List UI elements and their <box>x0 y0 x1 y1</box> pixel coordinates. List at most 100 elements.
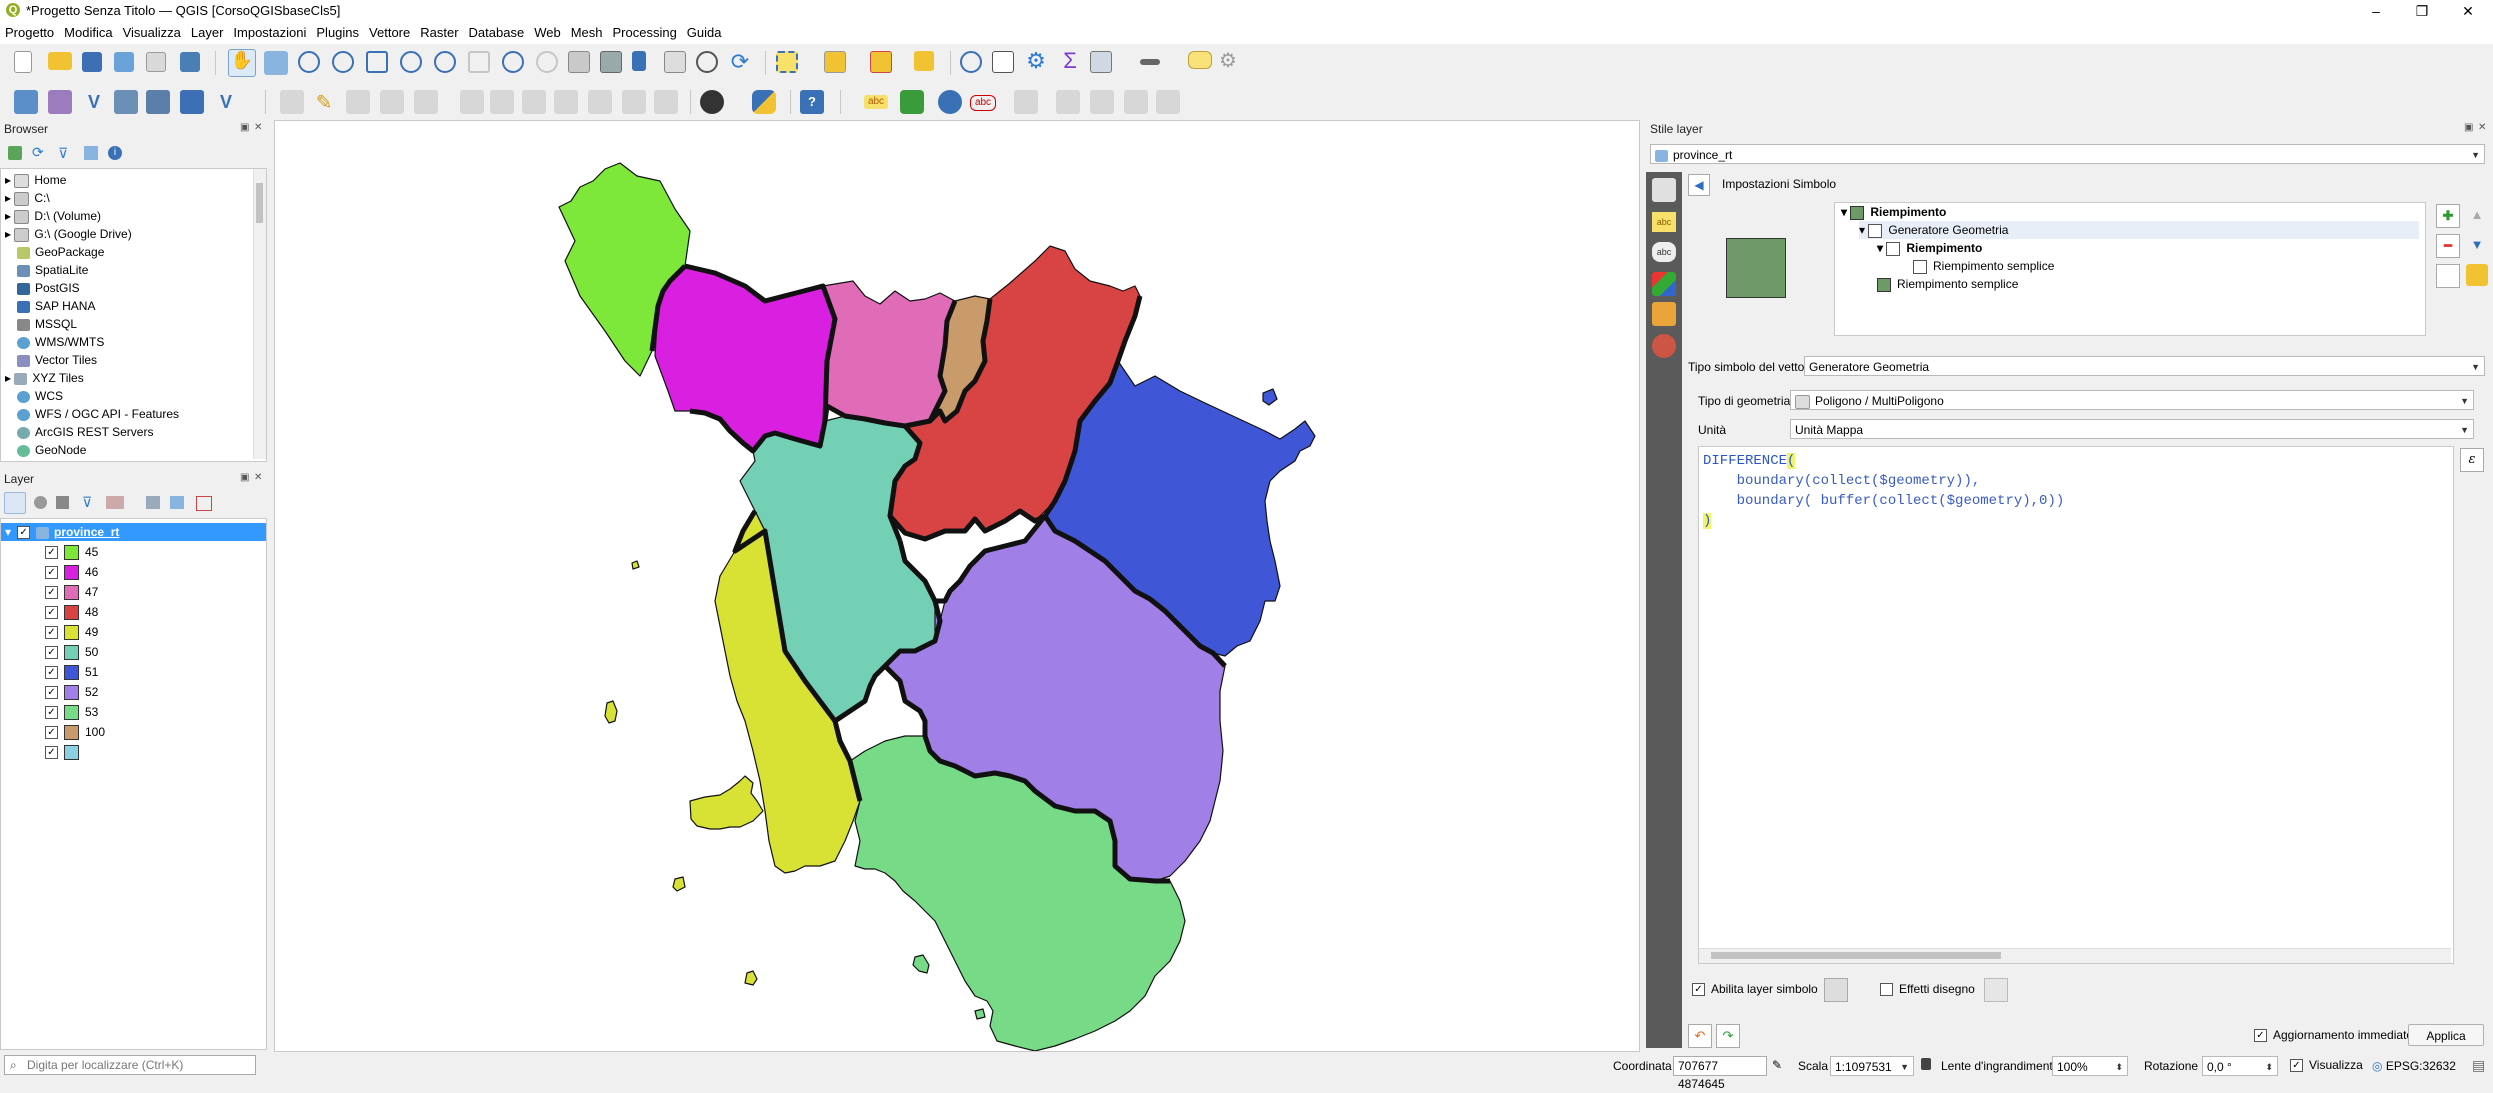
lock-layer-icon[interactable] <box>2466 264 2488 286</box>
panel-float-icon[interactable]: ▣ <box>2464 122 2473 133</box>
menu-raster[interactable]: Raster <box>415 22 463 40</box>
symbol-type-combo[interactable]: Generatore Geometria ▼ <box>1804 356 2485 376</box>
panel-close-icon[interactable]: ✕ <box>2478 122 2486 133</box>
python-console-icon[interactable] <box>752 90 776 114</box>
live-update-checkbox[interactable]: ✓ <box>2254 1029 2267 1043</box>
legend-item-checkbox[interactable]: ✓ <box>45 686 58 700</box>
info-icon[interactable]: i <box>108 146 122 160</box>
coordinate-field[interactable]: 707677 4874645 <box>1673 1056 1767 1091</box>
digitizing-icon[interactable] <box>700 90 724 114</box>
menu-vettore[interactable]: Vettore <box>364 22 415 40</box>
menu-guida[interactable]: Guida <box>682 22 727 40</box>
open-styling-icon[interactable] <box>4 492 26 514</box>
history-tab-icon[interactable] <box>1652 334 1676 358</box>
new-map-view-icon[interactable] <box>568 51 590 73</box>
render-toggle[interactable]: ✓ Visualizza <box>2290 1058 2363 1073</box>
browser-item-wfs[interactable]: WFS / OGC API - Features <box>17 405 179 423</box>
diagrams-tab-icon[interactable] <box>1652 302 1676 326</box>
pan-tool-icon[interactable]: ✋ <box>228 49 256 77</box>
panel-float-icon[interactable]: ▣ <box>240 122 249 133</box>
new-virtual-layer-icon[interactable]: V <box>82 90 106 114</box>
enable-symbol-layer[interactable]: ✓ Abilita layer simbolo <box>1692 982 1818 997</box>
menu-impostazioni[interactable]: Impostazioni <box>228 22 311 40</box>
layer-combo[interactable]: province_rt ▼ <box>1650 144 2485 164</box>
render-checkbox[interactable]: ✓ <box>2290 1059 2303 1073</box>
browser-item-xyz[interactable]: ▸ XYZ Tiles <box>5 369 84 387</box>
new-geopackage-icon[interactable] <box>48 90 72 114</box>
browser-item-saphana[interactable]: SAP HANA <box>17 297 95 315</box>
legend-item[interactable]: ✓ 48 <box>45 603 98 621</box>
add-selected-layers-icon[interactable] <box>8 146 22 160</box>
minimize-button[interactable]: – <box>2353 0 2399 22</box>
settings-gear-icon[interactable]: ⚙ <box>1024 49 1048 73</box>
manage-themes-icon[interactable] <box>56 496 69 509</box>
remove-layer-icon[interactable] <box>196 496 212 511</box>
symbology-tab-icon[interactable] <box>1652 178 1676 202</box>
statistics-sigma-icon[interactable]: Σ <box>1058 49 1082 73</box>
new-3d-view-icon[interactable] <box>600 51 622 73</box>
new-mesh-layer-icon[interactable] <box>180 90 204 114</box>
locator-field[interactable]: Digita per localizzare (Ctrl+K) <box>4 1055 256 1075</box>
pin-labels-icon[interactable] <box>938 90 962 114</box>
legend-item[interactable]: ✓ 52 <box>45 683 98 701</box>
legend-item[interactable]: ✓ <box>45 743 85 761</box>
scale-combo[interactable]: 1:1097531 ▼ <box>1830 1056 1914 1076</box>
style-manager-icon[interactable] <box>180 52 200 72</box>
live-update[interactable]: ✓ Aggiornamento immediato <box>2254 1028 2413 1043</box>
tree-fill[interactable]: ▾ Riempimento <box>1841 203 1946 221</box>
browser-item-home[interactable]: ▸ Home <box>5 171 66 189</box>
3d-view-tab-icon[interactable] <box>1652 272 1676 296</box>
pan-to-selection-icon[interactable] <box>264 51 288 75</box>
enable-symbol-layer-checkbox[interactable]: ✓ <box>1692 983 1705 997</box>
select-features-icon[interactable] <box>776 51 798 73</box>
units-combo[interactable]: Unità Mappa ▼ <box>1790 419 2474 439</box>
menu-processing[interactable]: Processing <box>607 22 681 40</box>
collapse-all-icon[interactable] <box>84 146 98 160</box>
coordinate-toggle-icon[interactable]: ✎ <box>1772 1058 1782 1072</box>
redo-style-icon[interactable]: ↷ <box>1716 1024 1740 1048</box>
legend-item-checkbox[interactable]: ✓ <box>45 626 58 640</box>
legend-item[interactable]: ✓ 49 <box>45 623 98 641</box>
browser-item-wms[interactable]: WMS/WMTS <box>17 333 104 351</box>
browser-item-d[interactable]: ▸ D:\ (Volume) <box>5 207 101 225</box>
scrollbar-thumb[interactable] <box>256 183 263 223</box>
geometry-type-combo[interactable]: Poligono / MultiPoligono ▼ <box>1790 390 2474 410</box>
temporal-controller-icon[interactable] <box>696 51 718 73</box>
zoom-selection-icon[interactable] <box>400 51 422 73</box>
legend-item[interactable]: ✓ 47 <box>45 583 98 601</box>
zoom-last-icon[interactable] <box>502 51 524 73</box>
legend-item-checkbox[interactable]: ✓ <box>45 566 58 580</box>
magnifier-spin[interactable]: 100% ⬍ <box>2052 1056 2128 1076</box>
menu-modifica[interactable]: Modifica <box>59 22 117 40</box>
panel-close-icon[interactable]: ✕ <box>254 472 262 483</box>
show-hide-labels-icon[interactable]: abc <box>970 95 996 111</box>
lock-scale-icon[interactable] <box>1921 1058 1931 1070</box>
tree-simple-fill-inner[interactable]: Riempimento semplice <box>1913 257 2054 275</box>
browser-item-arcgis[interactable]: ArcGIS REST Servers <box>17 423 153 441</box>
new-temporary-layer-icon[interactable] <box>146 90 170 114</box>
tree-geometry-generator[interactable]: ▾ Generatore Geometria <box>1859 221 2419 239</box>
remove-symbol-layer-icon[interactable]: ━ <box>2436 234 2460 258</box>
browser-item-geonode[interactable]: GeoNode <box>17 441 86 459</box>
attribute-table-icon[interactable] <box>992 51 1014 73</box>
browser-item-mssql[interactable]: MSSQL <box>17 315 77 333</box>
print-layout-icon[interactable] <box>146 52 166 72</box>
legend-item-checkbox[interactable]: ✓ <box>45 666 58 680</box>
data-defined-override-icon[interactable] <box>1824 978 1848 1002</box>
new-shapefile-icon[interactable] <box>114 90 138 114</box>
labels-tab-icon[interactable]: abc <box>1652 212 1676 232</box>
help-icon[interactable]: ? <box>800 90 824 114</box>
editor-hscrollbar[interactable] <box>1699 948 2451 963</box>
open-project-icon[interactable] <box>48 52 72 70</box>
measure-icon[interactable] <box>1140 59 1160 65</box>
legend-item[interactable]: ✓ 51 <box>45 663 98 681</box>
filter-browser-icon[interactable]: ⊽ <box>58 145 68 162</box>
expression-editor[interactable]: DIFFERENCE( boundary(collect($geometry))… <box>1698 446 2454 964</box>
crs-button[interactable]: ◎ EPSG:32632 <box>2372 1059 2456 1073</box>
expression-text[interactable]: DIFFERENCE( boundary(collect($geometry))… <box>1703 451 2064 531</box>
browser-item-c[interactable]: ▸ C:\ <box>5 189 50 207</box>
draw-effects-checkbox[interactable] <box>1880 983 1893 997</box>
apply-button[interactable]: Applica <box>2408 1024 2484 1046</box>
add-group-icon[interactable] <box>34 496 47 509</box>
menu-layer[interactable]: Layer <box>186 22 229 40</box>
